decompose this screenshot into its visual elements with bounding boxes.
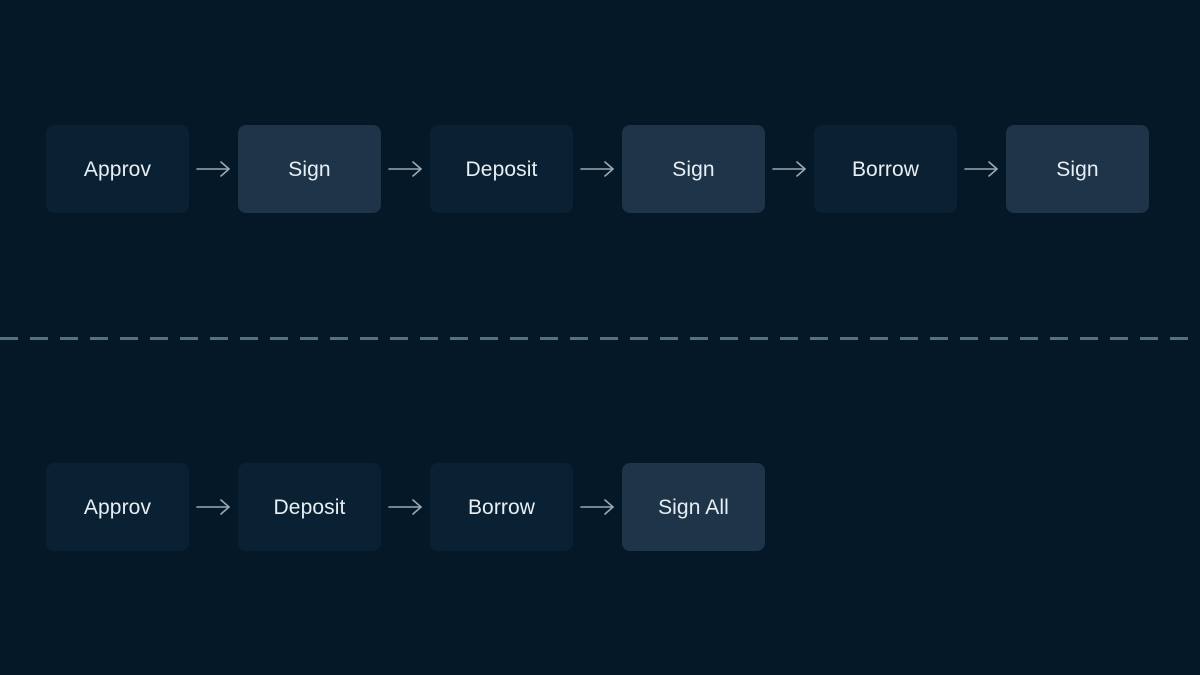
step-label: Deposit (465, 157, 538, 181)
step-box-sign-2[interactable]: Sign (622, 125, 765, 213)
arrow-right-icon (573, 463, 622, 551)
step-label: Approv (83, 495, 152, 519)
step-label: Sign All (658, 495, 729, 519)
dashed-separator (0, 337, 1200, 340)
step-box-deposit-2[interactable]: Deposit (238, 463, 381, 551)
flow-row-batched-signature: Approv Deposit Borrow Sign All (46, 463, 765, 551)
step-label: Sign (672, 157, 715, 181)
step-box-approve-2[interactable]: Approv (46, 463, 189, 551)
step-label: Borrow (467, 495, 536, 519)
step-label: Borrow (851, 157, 920, 181)
step-label: Sign (1056, 157, 1099, 181)
arrow-right-icon (189, 463, 238, 551)
step-label: Sign (288, 157, 331, 181)
arrow-right-icon (573, 125, 622, 213)
flow-diagram-canvas: Approv Sign Deposit Sign Borrow Sign App… (0, 0, 1200, 675)
step-box-deposit-1[interactable]: Deposit (430, 125, 573, 213)
step-label: Deposit (273, 495, 346, 519)
step-box-borrow-1[interactable]: Borrow (814, 125, 957, 213)
arrow-right-icon (381, 125, 430, 213)
arrow-right-icon (957, 125, 1006, 213)
arrow-right-icon (765, 125, 814, 213)
step-box-borrow-2[interactable]: Borrow (430, 463, 573, 551)
step-box-sign-3[interactable]: Sign (1006, 125, 1149, 213)
step-box-sign-1[interactable]: Sign (238, 125, 381, 213)
arrow-right-icon (189, 125, 238, 213)
step-box-approve-1[interactable]: Approv (46, 125, 189, 213)
step-label: Approv (83, 157, 152, 181)
step-box-sign-all[interactable]: Sign All (622, 463, 765, 551)
flow-row-separate-signatures: Approv Sign Deposit Sign Borrow Sign (46, 125, 1149, 213)
arrow-right-icon (381, 463, 430, 551)
